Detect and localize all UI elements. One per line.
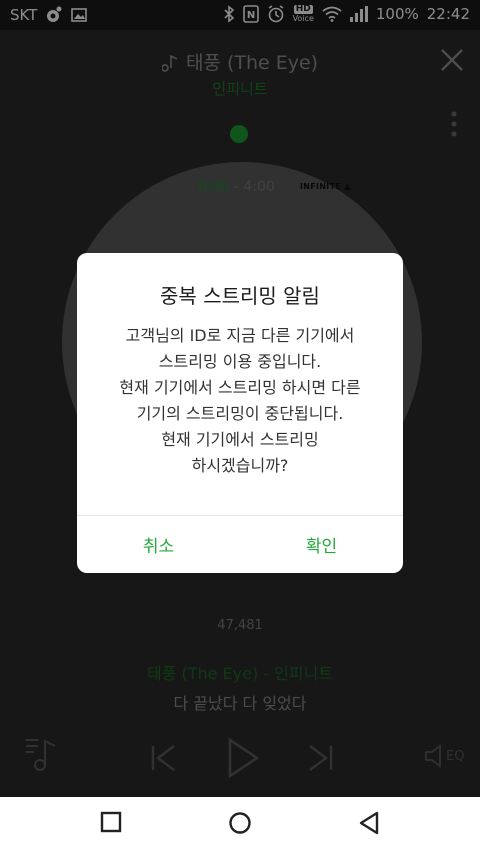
home-icon[interactable] (228, 811, 252, 835)
dialog-title: 중복 스트리밍 알림 (160, 284, 320, 308)
duplicate-streaming-dialog: 중복 스트리밍 알림 고객님의 ID로 지금 다른 기기에서 스트리밍 이용 중… (77, 253, 403, 573)
dialog-message-line: 고객님의 ID로 지금 다른 기기에서 (125, 326, 355, 345)
dialog-message-line: 현재 기기에서 스트리밍 하시면 다른 (119, 378, 361, 397)
cancel-button[interactable]: 취소 (77, 515, 240, 573)
dialog-message-line: 하시겠습니까? (191, 456, 289, 475)
dialog-message-line: 스트리밍 이용 중입니다. (158, 352, 322, 371)
confirm-button[interactable]: 확인 (240, 515, 403, 573)
dialog-message-line: 기기의 스트리밍이 중단됩니다. (136, 404, 344, 423)
dialog-message-line: 현재 기기에서 스트리밍 (161, 430, 319, 449)
navigation-bar (0, 797, 480, 853)
dialog-message: 고객님의 ID로 지금 다른 기기에서 스트리밍 이용 중입니다. 현재 기기에… (87, 323, 393, 479)
recent-apps-icon[interactable] (100, 811, 122, 833)
back-icon[interactable] (358, 811, 380, 835)
